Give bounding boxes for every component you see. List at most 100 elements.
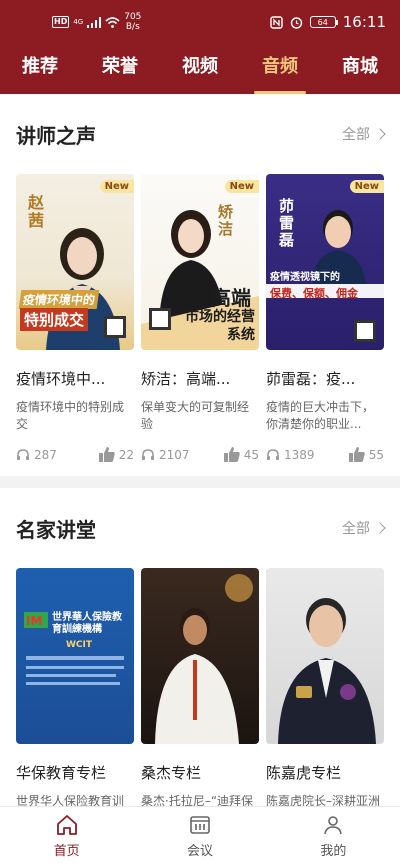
meeting-icon [190, 816, 210, 834]
headphones-icon [17, 449, 29, 460]
app-header: HD 4G 705 B/s 64 16:11 推荐 荣誉 视频 音频 商城 [0, 0, 400, 94]
like-button[interactable]: 55 [348, 447, 384, 462]
bottom-navigation: 首页 会议 我的 [0, 806, 400, 866]
cover-speaker-name: 赵茜 [25, 194, 44, 230]
like-button[interactable]: 45 [223, 447, 259, 462]
battery-icon: 64 [309, 16, 338, 28]
card-description: 疫情的巨大冲击下，你清楚你的职业... [266, 400, 375, 431]
play-count: 287 [16, 448, 57, 462]
card-cover-image[interactable]: 茆雷磊 疫情透视镜下的 保费、保额、佣金 New [266, 174, 384, 350]
section-title: 讲师之声 [16, 123, 96, 148]
top-tabs: 推荐 荣誉 视频 音频 商城 [0, 44, 400, 94]
new-badge: New [224, 180, 259, 193]
battery-level: 64 [317, 17, 328, 27]
column-card[interactable]: 桑杰专栏 桑杰·托拉尼–“迪拜保险王”科长是为... [141, 568, 259, 827]
cover-headline-top: 疫情环境中的 [18, 290, 100, 309]
play-count-value: 1389 [284, 447, 315, 462]
nav-home[interactable]: 首页 [0, 807, 133, 866]
qr-code [104, 316, 126, 338]
audio-card[interactable]: 茆雷磊 疫情透视镜下的 保费、保额、佣金 New 茆雷磊：疫... 疫情的巨大冲… [266, 174, 384, 462]
play-count: 1389 [266, 448, 315, 462]
speed-value: 705 [124, 12, 142, 22]
lecturer-voice-section: 讲师之声 全部 赵茜 疫情环境中的 特别成交 New 疫情环境中... 疫情环境… [0, 94, 400, 476]
profile-icon [324, 816, 343, 835]
play-count: 2107 [141, 448, 190, 462]
card-title: 矫洁：高端... [141, 370, 231, 388]
tab-honor[interactable]: 荣誉 [102, 44, 138, 94]
cover-logo-subtext: WCIT [66, 640, 93, 650]
like-count-value: 55 [368, 447, 384, 462]
headphones-icon [267, 449, 279, 460]
card-title: 茆雷磊：疫... [266, 370, 356, 388]
clock: 16:11 [342, 13, 386, 31]
signal-icon [87, 16, 102, 28]
thumbs-up-icon [223, 447, 240, 462]
cover-speaker-name: 矫洁 [216, 204, 234, 238]
nav-profile[interactable]: 我的 [267, 807, 400, 866]
headphones-icon [142, 449, 154, 460]
wifi-icon [105, 16, 120, 28]
qr-code [354, 320, 376, 342]
expert-lecture-section: 名家讲堂 全部 IM 世界華人保險教育訓練機構 WCIT 华保教育专栏 世界华人… [0, 488, 400, 825]
column-card[interactable]: 陈嘉虎专栏 陈嘉虎院长–深耕亚洲各个保险市场... [266, 568, 384, 827]
nav-profile-label: 我的 [320, 844, 347, 859]
cover-art [278, 598, 376, 744]
like-count-value: 45 [243, 447, 259, 462]
tab-video[interactable]: 视频 [182, 44, 218, 94]
card-title: 华保教育专栏 [16, 764, 107, 782]
view-all-label: 全部 [342, 521, 370, 537]
play-count-value: 2107 [159, 447, 190, 462]
card-cover-image[interactable] [141, 568, 259, 744]
cover-headline-bottom: 特别成交 [20, 308, 89, 331]
cover-headline-top: 疫情透视镜下的 [270, 272, 340, 283]
chevron-right-icon [374, 128, 386, 140]
chevron-right-icon [374, 522, 386, 534]
hd-indicator: HD [52, 16, 70, 28]
card-cover-image[interactable]: IM 世界華人保險教育訓練機構 WCIT [16, 568, 134, 744]
view-all-link[interactable]: 全部 [342, 518, 386, 538]
cover-headline-bottom: 保费、保额、佣金 [270, 287, 358, 300]
play-count-value: 287 [34, 447, 57, 462]
card-description: 保单变大的可复制经验 [141, 400, 250, 431]
card-description: 疫情环境中的特别成交 [16, 400, 125, 431]
column-card[interactable]: IM 世界華人保險教育訓練機構 WCIT 华保教育专栏 世界华人保险教育训练机构… [16, 568, 134, 827]
card-title: 疫情环境中... [16, 370, 106, 388]
card-cover-image[interactable] [266, 568, 384, 744]
card-title: 陈嘉虎专栏 [266, 764, 342, 782]
audio-card[interactable]: 赵茜 疫情环境中的 特别成交 New 疫情环境中... 疫情环境中的特别成交 2… [16, 174, 134, 462]
cover-art [155, 574, 253, 744]
svg-text:IM: IM [26, 614, 42, 628]
nav-meeting-label: 会议 [186, 844, 213, 859]
new-badge: New [99, 180, 134, 193]
like-count-value: 22 [118, 447, 134, 462]
card-cover-image[interactable]: 矫洁 高端 市场的经营系统 New [141, 174, 259, 350]
cover-headline-bottom: 市场的经营系统 [185, 309, 255, 343]
alarm-icon [290, 16, 302, 29]
speed-unit: B/s [125, 22, 140, 32]
network-speed: 705 B/s [124, 12, 141, 32]
tab-recommend[interactable]: 推荐 [22, 44, 58, 94]
audio-card[interactable]: 矫洁 高端 市场的经营系统 New 矫洁：高端... 保单变大的可复制经验 21… [141, 174, 259, 462]
cover-art: IM [24, 612, 124, 685]
view-all-link[interactable]: 全部 [342, 124, 386, 144]
view-all-label: 全部 [342, 127, 370, 143]
card-stats: 2107 45 [141, 447, 259, 462]
cover-speaker-name: 茆雷磊 [277, 198, 295, 249]
like-button[interactable]: 22 [98, 447, 134, 462]
card-title: 桑杰专栏 [141, 764, 202, 782]
new-badge: New [349, 180, 384, 193]
tab-audio[interactable]: 音频 [254, 44, 306, 94]
tab-mall[interactable]: 商城 [342, 44, 378, 94]
home-icon [56, 815, 77, 835]
card-stats: 287 22 [16, 447, 134, 462]
card-cover-image[interactable]: 赵茜 疫情环境中的 特别成交 New [16, 174, 134, 350]
status-bar: HD 4G 705 B/s 64 16:11 [0, 0, 400, 44]
section-title: 名家讲堂 [16, 517, 96, 542]
card-stats: 1389 55 [266, 447, 384, 462]
nfc-icon [270, 15, 283, 29]
cover-headline-top: 高端 [211, 286, 251, 310]
nav-meeting[interactable]: 会议 [133, 807, 266, 866]
cover-logo-text: 世界華人保險教育訓練機構 [52, 612, 122, 635]
qr-code [149, 308, 171, 330]
thumbs-up-icon [348, 447, 365, 462]
